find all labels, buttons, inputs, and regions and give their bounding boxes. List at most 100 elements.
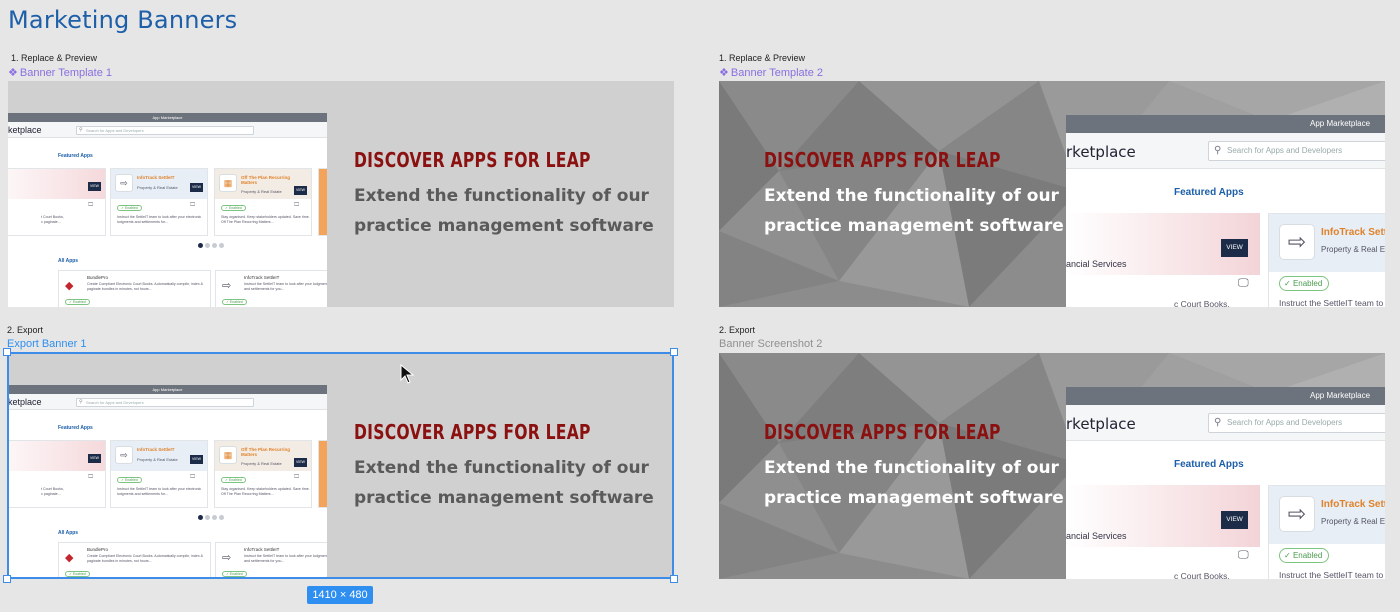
card-description: t Court Books, c paginate... bbox=[41, 215, 64, 224]
banner-headline: DISCOVER APPS FOR LEAP bbox=[764, 148, 1001, 172]
card-title: InfoTrack SettleIT bbox=[244, 275, 280, 280]
featured-card-off-the-plan: ▦ Off The Plan Recurring Matters Propert… bbox=[214, 168, 312, 236]
featured-card-bundlepro: VIEW 🖵 t Court Books, c paginate... bbox=[8, 168, 106, 236]
step-label-export: 2. Export bbox=[7, 325, 44, 335]
step-label-replace-preview-2: 1. Replace & Preview bbox=[719, 53, 806, 63]
enabled-badge: ✓ Enabled bbox=[1279, 276, 1330, 291]
component-icon: ❖ bbox=[719, 67, 729, 79]
infotrack-logo-icon: ⇨ bbox=[115, 446, 133, 464]
step-label-export-2: 2. Export bbox=[719, 325, 756, 335]
desktop-icon: 🖵 bbox=[190, 474, 195, 480]
banner-headline: DISCOVER APPS FOR LEAP bbox=[354, 148, 591, 172]
card-title: BundlePro bbox=[87, 547, 109, 552]
all-apps-card-infotrack: ⇨ InfoTrack SettleIT Instruct the Settle… bbox=[215, 542, 327, 579]
banner-subline: Extend the functionality of our practice … bbox=[354, 186, 654, 236]
marketplace-screenshot-large: App Marketplace rketplace Search for App… bbox=[1066, 115, 1385, 307]
card-description: Instruct the SettleIT team to lo bbox=[1279, 298, 1385, 307]
bundlepro-logo-icon: ◆ bbox=[65, 280, 74, 292]
card-description: Create Compliant Electronic Court Books.… bbox=[87, 554, 204, 563]
size-badge: 1410 × 480 bbox=[307, 586, 373, 604]
card-description: Instruct the SettleIT team to lo bbox=[1279, 570, 1385, 579]
carousel-dots bbox=[198, 243, 226, 249]
marketplace-title-bar: App Marketplace bbox=[8, 385, 327, 394]
export-banner-1[interactable]: App Marketplace ketplace Search for Apps… bbox=[8, 353, 674, 579]
marketplace-title-bar: App Marketplace bbox=[8, 113, 327, 122]
card-description: Create Compliant Electronic Court Books.… bbox=[87, 282, 204, 291]
calendar-logo-icon: ▦ bbox=[219, 446, 237, 464]
featured-apps-heading: Featured Apps bbox=[1174, 187, 1244, 198]
desktop-icon: 🖵 bbox=[294, 474, 299, 480]
card-title: InfoTrack SettleIT bbox=[137, 447, 175, 452]
frame-label-export-banner-1[interactable]: Export Banner 1 bbox=[7, 338, 87, 350]
resize-handle-bottom-right[interactable] bbox=[670, 575, 678, 583]
frame-label-banner-screenshot-2[interactable]: Banner Screenshot 2 bbox=[719, 338, 822, 350]
card-title: InfoTrack Settl bbox=[1321, 227, 1385, 238]
enabled-badge: ✓ Enabled bbox=[221, 477, 246, 483]
marketplace-brand: rketplace bbox=[1066, 143, 1136, 161]
page-title: Marketing Banners bbox=[8, 6, 238, 34]
marketplace-header: ketplace Search for Apps and Developers bbox=[8, 394, 327, 410]
infotrack-logo-icon: ⇨ bbox=[1279, 224, 1315, 260]
marketplace-brand: ketplace bbox=[8, 125, 42, 135]
resize-handle-top-right[interactable] bbox=[670, 348, 678, 356]
banner-screenshot-2[interactable]: App Marketplace rketplace Search for App… bbox=[719, 353, 1385, 579]
banner-template-1[interactable]: App Marketplace ketplace Search for Apps… bbox=[8, 81, 674, 307]
featured-apps-heading: Featured Apps bbox=[58, 425, 93, 431]
frame-label-banner-template-1[interactable]: ❖ Banner Template 1 bbox=[8, 66, 112, 79]
all-apps-heading: All Apps bbox=[58, 258, 79, 264]
card-description: Instruct the SettleIT team to look after… bbox=[244, 282, 327, 291]
banner-headline: DISCOVER APPS FOR LEAP bbox=[354, 420, 591, 444]
infotrack-logo-icon: ⇨ bbox=[222, 280, 232, 292]
card-title: InfoTrack SettleIT bbox=[244, 547, 280, 552]
marketplace-header: ketplace Search for Apps and Developers bbox=[8, 122, 327, 138]
banner-template-2[interactable]: App Marketplace rketplace Search for App… bbox=[719, 81, 1385, 307]
marketplace-header: rketplace Search for Apps and Developers bbox=[1066, 405, 1385, 441]
view-button: VIEW bbox=[1221, 239, 1248, 257]
carousel-dots bbox=[198, 515, 226, 521]
desktop-icon: 🖵 bbox=[88, 474, 93, 480]
card-category: Property & Real Estate bbox=[137, 185, 178, 190]
enabled-badge: ✓ Enabled bbox=[117, 205, 142, 211]
desktop-icon: 🖵 bbox=[190, 202, 195, 208]
all-apps-card-bundlepro: ◆ BundlePro Create Compliant Electronic … bbox=[58, 270, 211, 307]
marketplace-search: Search for Apps and Developers bbox=[1208, 141, 1385, 161]
desktop-icon: 🖵 bbox=[1238, 277, 1249, 289]
marketplace-header: rketplace Search for Apps and Developers bbox=[1066, 133, 1385, 169]
card-description: Stay organised. Keep stakeholders update… bbox=[221, 487, 310, 496]
frame-label-banner-template-2[interactable]: ❖ Banner Template 2 bbox=[719, 66, 823, 79]
enabled-badge: ✓ Enabled bbox=[222, 299, 247, 305]
featured-apps-heading: Featured Apps bbox=[1174, 459, 1244, 470]
featured-card-bundlepro: VIEW 🖵 t Court Books, c paginate... bbox=[8, 440, 106, 508]
view-button: VIEW bbox=[190, 183, 203, 192]
marketplace-search: Search for Apps and Developers bbox=[1208, 413, 1385, 433]
sidebar-financial-services: ancial Services bbox=[1066, 531, 1127, 541]
enabled-badge: ✓ Enabled bbox=[65, 299, 90, 305]
view-button: VIEW bbox=[294, 186, 307, 195]
banner-subline: Extend the functionality of our practice … bbox=[764, 458, 1064, 508]
featured-card-partial bbox=[318, 440, 327, 508]
resize-handle-top-left[interactable] bbox=[3, 348, 11, 356]
card-description: Stay organised. Keep stakeholders update… bbox=[221, 215, 310, 224]
view-button: VIEW bbox=[88, 182, 101, 191]
card-title: BundlePro bbox=[87, 275, 109, 280]
banner-subline: Extend the functionality of our practice … bbox=[354, 458, 654, 508]
marketplace-brand: rketplace bbox=[1066, 415, 1136, 433]
enabled-badge: ✓ Enabled bbox=[1279, 548, 1330, 563]
bundlepro-logo-icon: ◆ bbox=[65, 552, 74, 564]
enabled-badge: ✓ Enabled bbox=[117, 477, 142, 483]
card-title: Off The Plan Recurring Matters bbox=[241, 447, 291, 457]
card-title: InfoTrack Settl bbox=[1321, 499, 1385, 510]
infotrack-logo-icon: ⇨ bbox=[1279, 496, 1315, 532]
resize-handle-bottom-left[interactable] bbox=[3, 575, 11, 583]
component-icon: ❖ bbox=[8, 67, 18, 79]
marketplace-search: Search for Apps and Developers bbox=[76, 126, 254, 135]
view-button: VIEW bbox=[294, 458, 307, 467]
card-category: Property & Real Estate bbox=[241, 461, 282, 466]
card-description: c Court Books, bbox=[1174, 299, 1230, 307]
featured-card-infotrack: ⇨ InfoTrack SettleIT Property & Real Est… bbox=[110, 168, 208, 236]
card-title: Off The Plan Recurring Matters bbox=[241, 175, 291, 185]
infotrack-logo-icon: ⇨ bbox=[115, 174, 133, 192]
card-category: Property & Real Estate bbox=[241, 189, 282, 194]
marketplace-title-bar: App Marketplace bbox=[1066, 387, 1385, 405]
card-description: Instruct the SettleIT team to look after… bbox=[117, 215, 202, 224]
